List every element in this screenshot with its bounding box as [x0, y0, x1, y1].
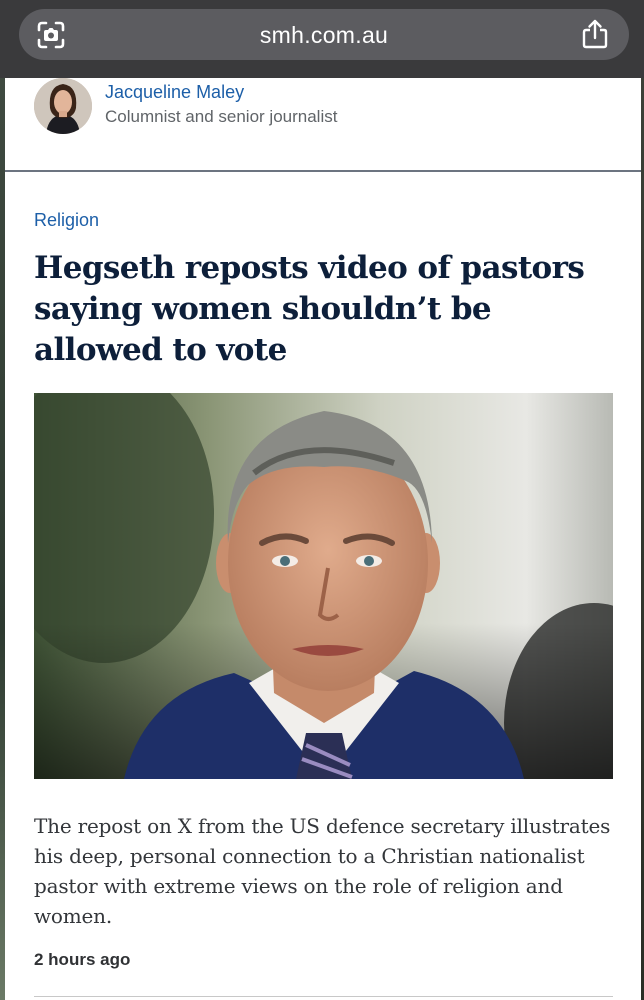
share-icon[interactable]	[581, 18, 609, 50]
browser-frame-left	[0, 78, 5, 1000]
divider	[34, 996, 613, 997]
author-role: Columnist and senior journalist	[105, 107, 338, 126]
author-name-link[interactable]: Jacqueline Maley	[105, 82, 244, 103]
address-bar[interactable]: smh.com.au	[19, 9, 629, 60]
url-text[interactable]: smh.com.au	[19, 22, 629, 49]
browser-toolbar: smh.com.au	[0, 0, 644, 78]
article-summary: The repost on X from the US defence secr…	[34, 814, 611, 928]
section-link[interactable]: Religion	[34, 210, 99, 231]
article-headline[interactable]: Hegseth reposts video of pastors saying …	[34, 248, 624, 371]
author-byline: Jacqueline Maley Columnist and senior jo…	[5, 78, 641, 172]
author-avatar[interactable]	[34, 78, 92, 134]
article-hero-image[interactable]	[34, 393, 613, 779]
article-timestamp: 2 hours ago	[34, 950, 131, 969]
